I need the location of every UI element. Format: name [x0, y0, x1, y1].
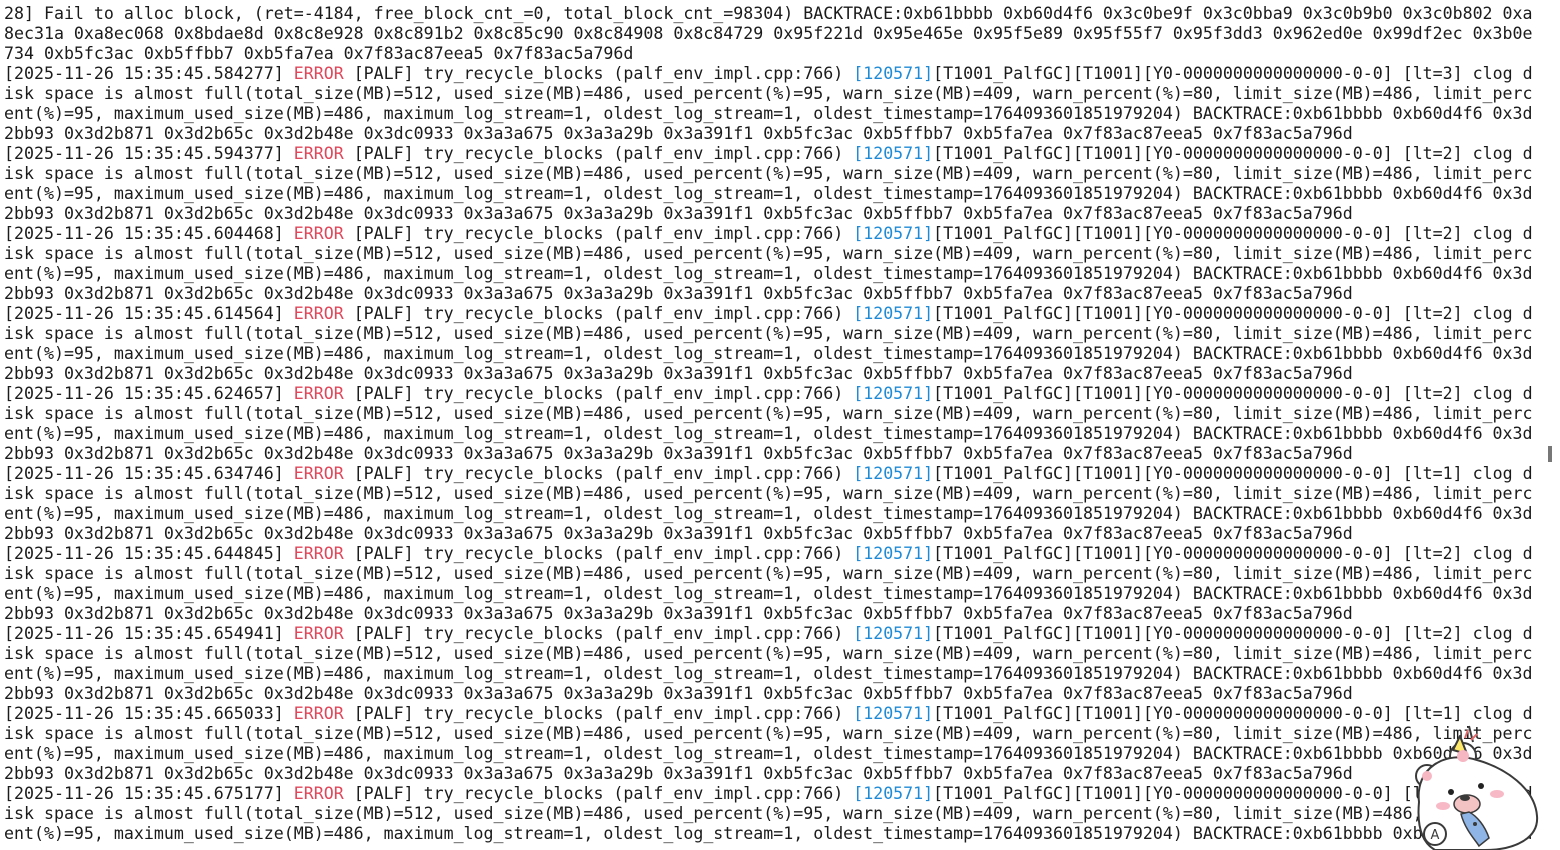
log-level-error: ERROR [293, 144, 344, 163]
log-line: 2bb93 0x3d2b871 0x3d2b65c 0x3d2b48e 0x3d… [4, 764, 1353, 783]
log-source: [PALF] try_recycle_blocks (palf_env_impl… [353, 64, 844, 83]
log-output: 28] Fail to alloc block, (ret=-4184, fre… [4, 4, 1533, 844]
log-context: [T1001_PalfGC][T1001][Y0-000000000000000… [933, 304, 1533, 323]
log-context: [T1001_PalfGC][T1001][Y0-000000000000000… [933, 384, 1533, 403]
log-context: [T1001_PalfGC][T1001][Y0-000000000000000… [933, 144, 1533, 163]
log-entry-header: [2025-11-26 15:35:45.675177] ERROR [PALF… [4, 784, 1533, 804]
log-line: 2bb93 0x3d2b871 0x3d2b65c 0x3d2b48e 0x3d… [4, 124, 1353, 143]
log-line: isk space is almost full(total_size(MB)=… [4, 564, 1533, 583]
log-level-error: ERROR [293, 304, 344, 323]
log-source: [PALF] try_recycle_blocks (palf_env_impl… [353, 544, 844, 563]
log-timestamp: [2025-11-26 15:35:45.624657] [4, 384, 284, 403]
log-line: 28] Fail to alloc block, (ret=-4184, fre… [4, 4, 1533, 23]
log-timestamp: [2025-11-26 15:35:45.604468] [4, 224, 284, 243]
log-line: isk space is almost full(total_size(MB)=… [4, 644, 1533, 663]
log-line: 2bb93 0x3d2b871 0x3d2b65c 0x3d2b48e 0x3d… [4, 364, 1353, 383]
log-line: ent(%)=95, maximum_used_size(MB)=486, ma… [4, 584, 1533, 603]
log-source: [PALF] try_recycle_blocks (palf_env_impl… [353, 384, 844, 403]
log-line: 734 0xb5fc3ac 0xb5ffbb7 0xb5fa7ea 0x7f83… [4, 44, 634, 63]
log-line: ent(%)=95, maximum_used_size(MB)=486, ma… [4, 264, 1533, 283]
log-entry-header: [2025-11-26 15:35:45.654941] ERROR [PALF… [4, 624, 1533, 644]
terminal-window[interactable]: 28] Fail to alloc block, (ret=-4184, fre… [0, 0, 1560, 850]
log-entry-header: [2025-11-26 15:35:45.604468] ERROR [PALF… [4, 224, 1533, 244]
log-context: [T1001_PalfGC][T1001][Y0-000000000000000… [933, 624, 1533, 643]
log-source: [PALF] try_recycle_blocks (palf_env_impl… [353, 224, 844, 243]
log-context: [T1001_PalfGC][T1001][Y0-000000000000000… [933, 64, 1533, 83]
log-level-error: ERROR [293, 784, 344, 803]
log-line: 2bb93 0x3d2b871 0x3d2b65c 0x3d2b48e 0x3d… [4, 604, 1353, 623]
log-entry-header: [2025-11-26 15:35:45.584277] ERROR [PALF… [4, 64, 1533, 84]
log-line: ent(%)=95, maximum_used_size(MB)=486, ma… [4, 744, 1533, 763]
log-line: ent(%)=95, maximum_used_size(MB)=486, ma… [4, 184, 1533, 203]
log-timestamp: [2025-11-26 15:35:45.614564] [4, 304, 284, 323]
log-line: 2bb93 0x3d2b871 0x3d2b65c 0x3d2b48e 0x3d… [4, 444, 1353, 463]
log-source: [PALF] try_recycle_blocks (palf_env_impl… [353, 784, 844, 803]
log-line: 8ec31a 0xa8ec068 0x8bdae8d 0x8c8e928 0x8… [4, 24, 1533, 43]
log-context: [T1001_PalfGC][T1001][Y0-000000000000000… [933, 224, 1533, 243]
log-source: [PALF] try_recycle_blocks (palf_env_impl… [353, 624, 844, 643]
log-thread-id: [120571] [853, 64, 934, 83]
log-line: isk space is almost full(total_size(MB)=… [4, 84, 1533, 103]
log-thread-id: [120571] [853, 704, 934, 723]
log-thread-id: [120571] [853, 544, 934, 563]
log-line: isk space is almost full(total_size(MB)=… [4, 164, 1533, 183]
log-thread-id: [120571] [853, 144, 934, 163]
log-line: ent(%)=95, maximum_used_size(MB)=486, ma… [4, 504, 1533, 523]
log-thread-id: [120571] [853, 224, 934, 243]
log-entry-header: [2025-11-26 15:35:45.665033] ERROR [PALF… [4, 704, 1533, 724]
log-source: [PALF] try_recycle_blocks (palf_env_impl… [353, 304, 844, 323]
log-level-error: ERROR [293, 384, 344, 403]
log-level-error: ERROR [293, 624, 344, 643]
log-source: [PALF] try_recycle_blocks (palf_env_impl… [353, 704, 844, 723]
log-entry-header: [2025-11-26 15:35:45.594377] ERROR [PALF… [4, 144, 1533, 164]
log-line: isk space is almost full(total_size(MB)=… [4, 244, 1533, 263]
log-line: ent(%)=95, maximum_used_size(MB)=486, ma… [4, 824, 1533, 843]
log-level-error: ERROR [293, 704, 344, 723]
log-thread-id: [120571] [853, 384, 934, 403]
log-entry-header: [2025-11-26 15:35:45.624657] ERROR [PALF… [4, 384, 1533, 404]
log-timestamp: [2025-11-26 15:35:45.634746] [4, 464, 284, 483]
log-timestamp: [2025-11-26 15:35:45.665033] [4, 704, 284, 723]
log-line: isk space is almost full(total_size(MB)=… [4, 724, 1533, 743]
log-line: 2bb93 0x3d2b871 0x3d2b65c 0x3d2b48e 0x3d… [4, 204, 1353, 223]
log-context: [T1001_PalfGC][T1001][Y0-000000000000000… [933, 464, 1533, 483]
log-thread-id: [120571] [853, 784, 934, 803]
svg-text:A: A [1431, 828, 1440, 843]
log-source: [PALF] try_recycle_blocks (palf_env_impl… [353, 464, 844, 483]
log-thread-id: [120571] [853, 624, 934, 643]
log-level-error: ERROR [293, 544, 344, 563]
log-line: 2bb93 0x3d2b871 0x3d2b65c 0x3d2b48e 0x3d… [4, 524, 1353, 543]
log-line: ent(%)=95, maximum_used_size(MB)=486, ma… [4, 104, 1533, 123]
log-entry-header: [2025-11-26 15:35:45.634746] ERROR [PALF… [4, 464, 1533, 484]
log-level-error: ERROR [293, 464, 344, 483]
log-line: 2bb93 0x3d2b871 0x3d2b65c 0x3d2b48e 0x3d… [4, 684, 1353, 703]
log-line: isk space is almost full(total_size(MB)=… [4, 484, 1533, 503]
log-line: ent(%)=95, maximum_used_size(MB)=486, ma… [4, 344, 1533, 363]
log-source: [PALF] try_recycle_blocks (palf_env_impl… [353, 144, 844, 163]
log-thread-id: [120571] [853, 464, 934, 483]
log-timestamp: [2025-11-26 15:35:45.594377] [4, 144, 284, 163]
log-line: ent(%)=95, maximum_used_size(MB)=486, ma… [4, 424, 1533, 443]
log-context: [T1001_PalfGC][T1001][Y0-000000000000000… [933, 544, 1533, 563]
log-timestamp: [2025-11-26 15:35:45.644845] [4, 544, 284, 563]
log-timestamp: [2025-11-26 15:35:45.584277] [4, 64, 284, 83]
log-line: isk space is almost full(total_size(MB)=… [4, 324, 1533, 343]
log-entry-header: [2025-11-26 15:35:45.614564] ERROR [PALF… [4, 304, 1533, 324]
bear-mascot-sticker-icon: A [1405, 720, 1560, 850]
log-line: 2bb93 0x3d2b871 0x3d2b65c 0x3d2b48e 0x3d… [4, 284, 1353, 303]
log-timestamp: [2025-11-26 15:35:45.675177] [4, 784, 284, 803]
log-level-error: ERROR [293, 64, 344, 83]
log-thread-id: [120571] [853, 304, 934, 323]
log-line: isk space is almost full(total_size(MB)=… [4, 804, 1533, 823]
log-line: isk space is almost full(total_size(MB)=… [4, 404, 1533, 423]
log-level-error: ERROR [293, 224, 344, 243]
scroll-position-marker[interactable] [1548, 446, 1552, 462]
log-entry-header: [2025-11-26 15:35:45.644845] ERROR [PALF… [4, 544, 1533, 564]
log-timestamp: [2025-11-26 15:35:45.654941] [4, 624, 284, 643]
log-line: ent(%)=95, maximum_used_size(MB)=486, ma… [4, 664, 1533, 683]
